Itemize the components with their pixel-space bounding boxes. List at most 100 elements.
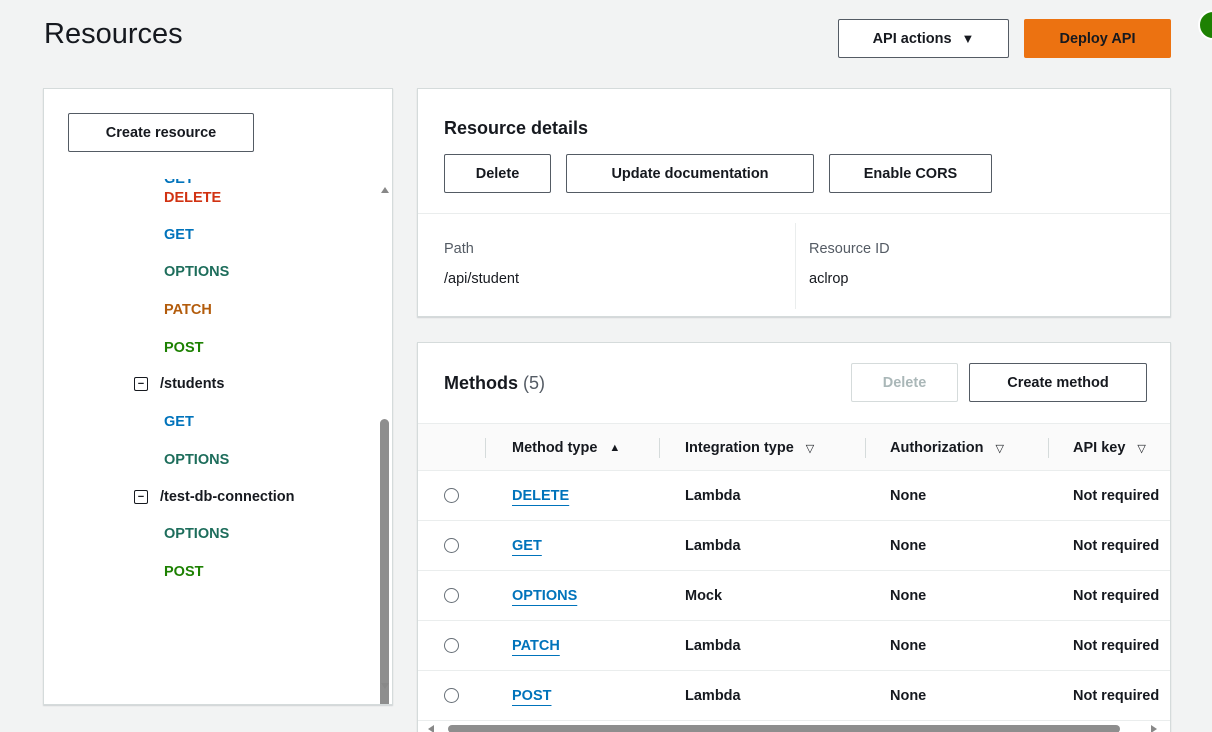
method-cell: GET — [512, 521, 542, 571]
column-separator — [1048, 438, 1049, 458]
tree-method-item[interactable]: DELETE — [44, 183, 375, 213]
method-link[interactable]: PATCH — [512, 638, 560, 654]
column-header-integration-type[interactable]: Integration type ▽ — [685, 424, 814, 472]
integration-cell: Mock — [685, 588, 723, 604]
tree-item-label: /students — [160, 376, 225, 392]
api-key-cell: Not required — [1073, 638, 1160, 654]
integration-cell: Lambda — [685, 488, 741, 504]
column-header-label: Integration type — [685, 440, 794, 456]
collapse-icon[interactable]: − — [134, 490, 148, 504]
column-separator — [659, 438, 660, 458]
tree-item-label: OPTIONS — [164, 526, 230, 542]
table-row[interactable]: PATCH Lambda None Not required — [418, 621, 1170, 671]
scroll-up-arrow-icon[interactable] — [381, 187, 389, 193]
tree-item-label: OPTIONS — [164, 264, 230, 280]
api-key-cell: Not required — [1073, 688, 1160, 704]
update-documentation-button[interactable]: Update documentation — [566, 154, 814, 193]
create-method-button[interactable]: Create method — [969, 363, 1147, 402]
tree-method-item[interactable]: POST — [44, 557, 375, 587]
resource-tree-panel: Create resource GET OPTIONS−/studentDELE… — [43, 88, 393, 705]
tree-method-item[interactable]: OPTIONS — [44, 519, 375, 549]
api-key-cell: Not required — [1073, 538, 1160, 554]
column-header-api-key[interactable]: API key ▽ — [1073, 424, 1146, 472]
authorization-cell: None — [890, 638, 927, 654]
tree-method-item[interactable]: POST — [44, 333, 375, 363]
tree-item-label: OPTIONS — [164, 452, 230, 468]
resource-id-label: Resource ID — [809, 241, 890, 257]
api-key-cell: Not required — [1073, 488, 1160, 504]
table-row[interactable]: OPTIONS Mock None Not required — [418, 571, 1170, 621]
resource-id-value: aclrop — [809, 271, 849, 287]
delete-resource-button[interactable]: Delete — [444, 154, 551, 193]
authorization-cell: None — [890, 688, 927, 704]
sort-icon[interactable]: ▽ — [995, 442, 1003, 455]
create-resource-button[interactable]: Create resource — [68, 113, 254, 152]
row-select-radio[interactable] — [444, 588, 459, 603]
row-select-radio[interactable] — [444, 538, 459, 553]
scroll-down-arrow-icon[interactable] — [381, 683, 389, 689]
row-select-radio[interactable] — [444, 638, 459, 653]
method-link[interactable]: DELETE — [512, 488, 569, 504]
method-link[interactable]: OPTIONS — [512, 588, 577, 604]
path-label: Path — [444, 241, 474, 257]
method-cell: POST — [512, 671, 551, 721]
integration-cell: Lambda — [685, 688, 741, 704]
row-select-radio[interactable] — [444, 488, 459, 503]
table-row[interactable]: DELETE Lambda None Not required — [418, 471, 1170, 521]
sort-ascending-icon[interactable]: ▲ — [609, 442, 620, 454]
column-header-method-type[interactable]: Method type ▲ — [512, 424, 620, 472]
sort-icon[interactable]: ▽ — [1137, 442, 1145, 455]
tree-item-label: GET — [164, 227, 194, 243]
tree-method-item[interactable]: OPTIONS — [44, 257, 375, 287]
tree-resource-item[interactable]: −/test-db-connection — [44, 482, 375, 512]
methods-table-header: Method type ▲ Integration type ▽ Authori… — [418, 423, 1170, 471]
scroll-thumb[interactable] — [380, 419, 389, 704]
method-cell: PATCH — [512, 621, 560, 671]
delete-method-button[interactable]: Delete — [851, 363, 958, 402]
sort-icon[interactable]: ▽ — [806, 442, 814, 455]
tree-item-label: DELETE — [164, 190, 222, 206]
method-link[interactable]: POST — [512, 688, 551, 704]
tree-resource-item[interactable]: −/students — [44, 369, 375, 399]
deploy-api-button[interactable]: Deploy API — [1024, 19, 1171, 58]
method-link[interactable]: GET — [512, 538, 542, 554]
tree-item-label: POST — [164, 340, 204, 356]
path-value: /api/student — [444, 271, 519, 287]
horizontal-scroll-thumb[interactable] — [448, 725, 1120, 732]
resource-tree[interactable]: GET OPTIONS−/studentDELETEGETOPTIONSPATC… — [44, 179, 376, 699]
tree-method-item[interactable]: OPTIONS — [44, 445, 375, 475]
caret-down-icon: ▼ — [961, 31, 975, 46]
methods-count: (5) — [523, 373, 546, 393]
integration-cell: Lambda — [685, 538, 741, 554]
tree-item-label: PATCH — [164, 302, 212, 318]
tree-item-label: GET — [164, 414, 194, 430]
tree-scrollbar[interactable] — [376, 179, 392, 704]
scroll-right-arrow-icon[interactable] — [1151, 725, 1157, 732]
tree-method-item[interactable]: PATCH — [44, 295, 375, 325]
table-row[interactable]: POST Lambda None Not required — [418, 671, 1170, 721]
method-cell: DELETE — [512, 471, 569, 521]
table-row[interactable]: GET Lambda None Not required — [418, 521, 1170, 571]
divider — [418, 213, 1170, 214]
status-badge-icon[interactable] — [1198, 10, 1212, 40]
collapse-icon[interactable]: − — [134, 377, 148, 391]
api-actions-button[interactable]: API actions ▼ — [838, 19, 1009, 58]
authorization-cell: None — [890, 538, 927, 554]
row-select-radio[interactable] — [444, 688, 459, 703]
api-actions-label: API actions — [872, 30, 952, 47]
integration-cell: Lambda — [685, 638, 741, 654]
page-title: Resources — [44, 18, 183, 50]
scroll-left-arrow-icon[interactable] — [428, 725, 434, 732]
column-header-authorization[interactable]: Authorization ▽ — [890, 424, 1004, 472]
tree-method-item[interactable]: GET — [44, 220, 375, 250]
tree-method-item[interactable]: GET — [44, 407, 375, 437]
method-cell: OPTIONS — [512, 571, 577, 621]
resource-details-title: Resource details — [444, 118, 589, 138]
enable-cors-button[interactable]: Enable CORS — [829, 154, 992, 193]
methods-panel: Methods (5) Delete Create method Method … — [417, 342, 1171, 732]
table-horizontal-scrollbar[interactable] — [418, 721, 1170, 732]
tree-item-label: POST — [164, 564, 204, 580]
authorization-cell: None — [890, 588, 927, 604]
resource-details-panel: Resource details Delete Update documenta… — [417, 88, 1171, 317]
column-separator — [865, 438, 866, 458]
